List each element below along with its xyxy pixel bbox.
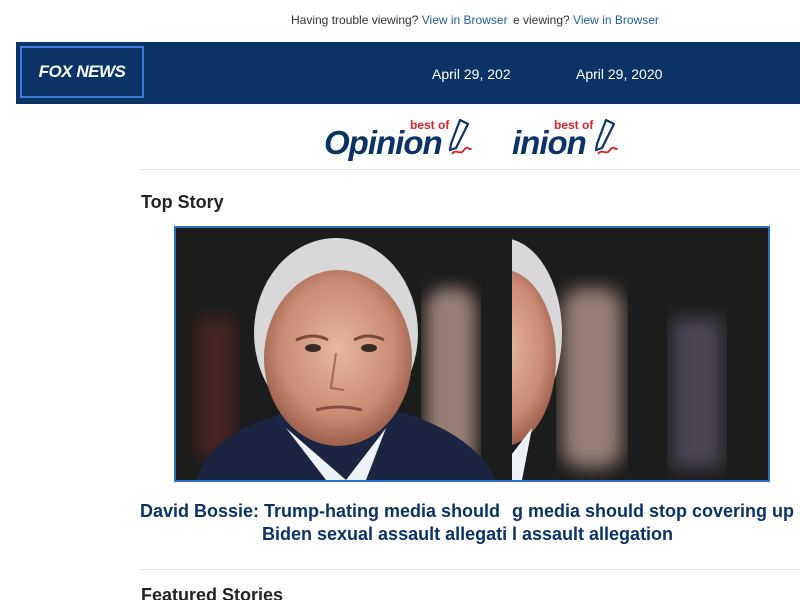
featured-stories-heading: Featured Stories (141, 585, 284, 600)
headline-right-line-2: l assault allegation (512, 524, 674, 544)
header-date: April 29, 2020 (576, 66, 663, 82)
top-story-headline-link-duplicate[interactable]: g media should stop covering up l assaul… (512, 500, 800, 550)
fox-news-logo[interactable]: FOX NEWS (20, 46, 144, 98)
headline-right-line-1: g media should stop covering up (512, 501, 795, 521)
opinion-masthead: Opinion best of (324, 114, 494, 164)
view-in-browser-link[interactable]: View in Browser (422, 13, 508, 27)
header-date-partial: April 29, 202 (432, 66, 511, 82)
top-story-image-left (176, 228, 512, 480)
top-story-heading: Top Story (141, 192, 224, 212)
email-page: Having trouble viewing? View in Browser … (0, 0, 800, 600)
top-story-image[interactable] (174, 226, 770, 482)
top-story-headline-link[interactable]: David Bossie: Trump-hating media should … (140, 500, 512, 550)
portrait-photo (176, 228, 512, 480)
view-in-browser-link-duplicate[interactable]: View in Browser (573, 13, 659, 27)
best-of-label-duplicate: best of (554, 118, 594, 132)
trouble-viewing-text: Having trouble viewing? (291, 13, 419, 27)
opinion-masthead-duplicate: inion best of (512, 114, 632, 164)
headline-line-2: Biden sexual assault allegati (262, 524, 508, 544)
trouble-viewing-bar: Having trouble viewing? View in Browser (291, 13, 513, 27)
divider (140, 169, 800, 170)
pen-icon (594, 118, 618, 155)
header-bar: FOX NEWS April 29, 202 April 29, 2020 (16, 42, 800, 104)
fox-news-logo-text: FOX NEWS (38, 62, 126, 81)
headline-line-1: David Bossie: Trump-hating media should (140, 501, 501, 521)
portrait-photo-duplicate (512, 228, 768, 480)
trouble-viewing-text-partial: e viewing? (513, 13, 570, 27)
trouble-viewing-bar-duplicate: e viewing? View in Browser (513, 13, 659, 27)
pen-icon (448, 118, 472, 155)
top-story-image-right (512, 228, 768, 480)
divider (140, 569, 800, 570)
best-of-label: best of (410, 118, 450, 132)
